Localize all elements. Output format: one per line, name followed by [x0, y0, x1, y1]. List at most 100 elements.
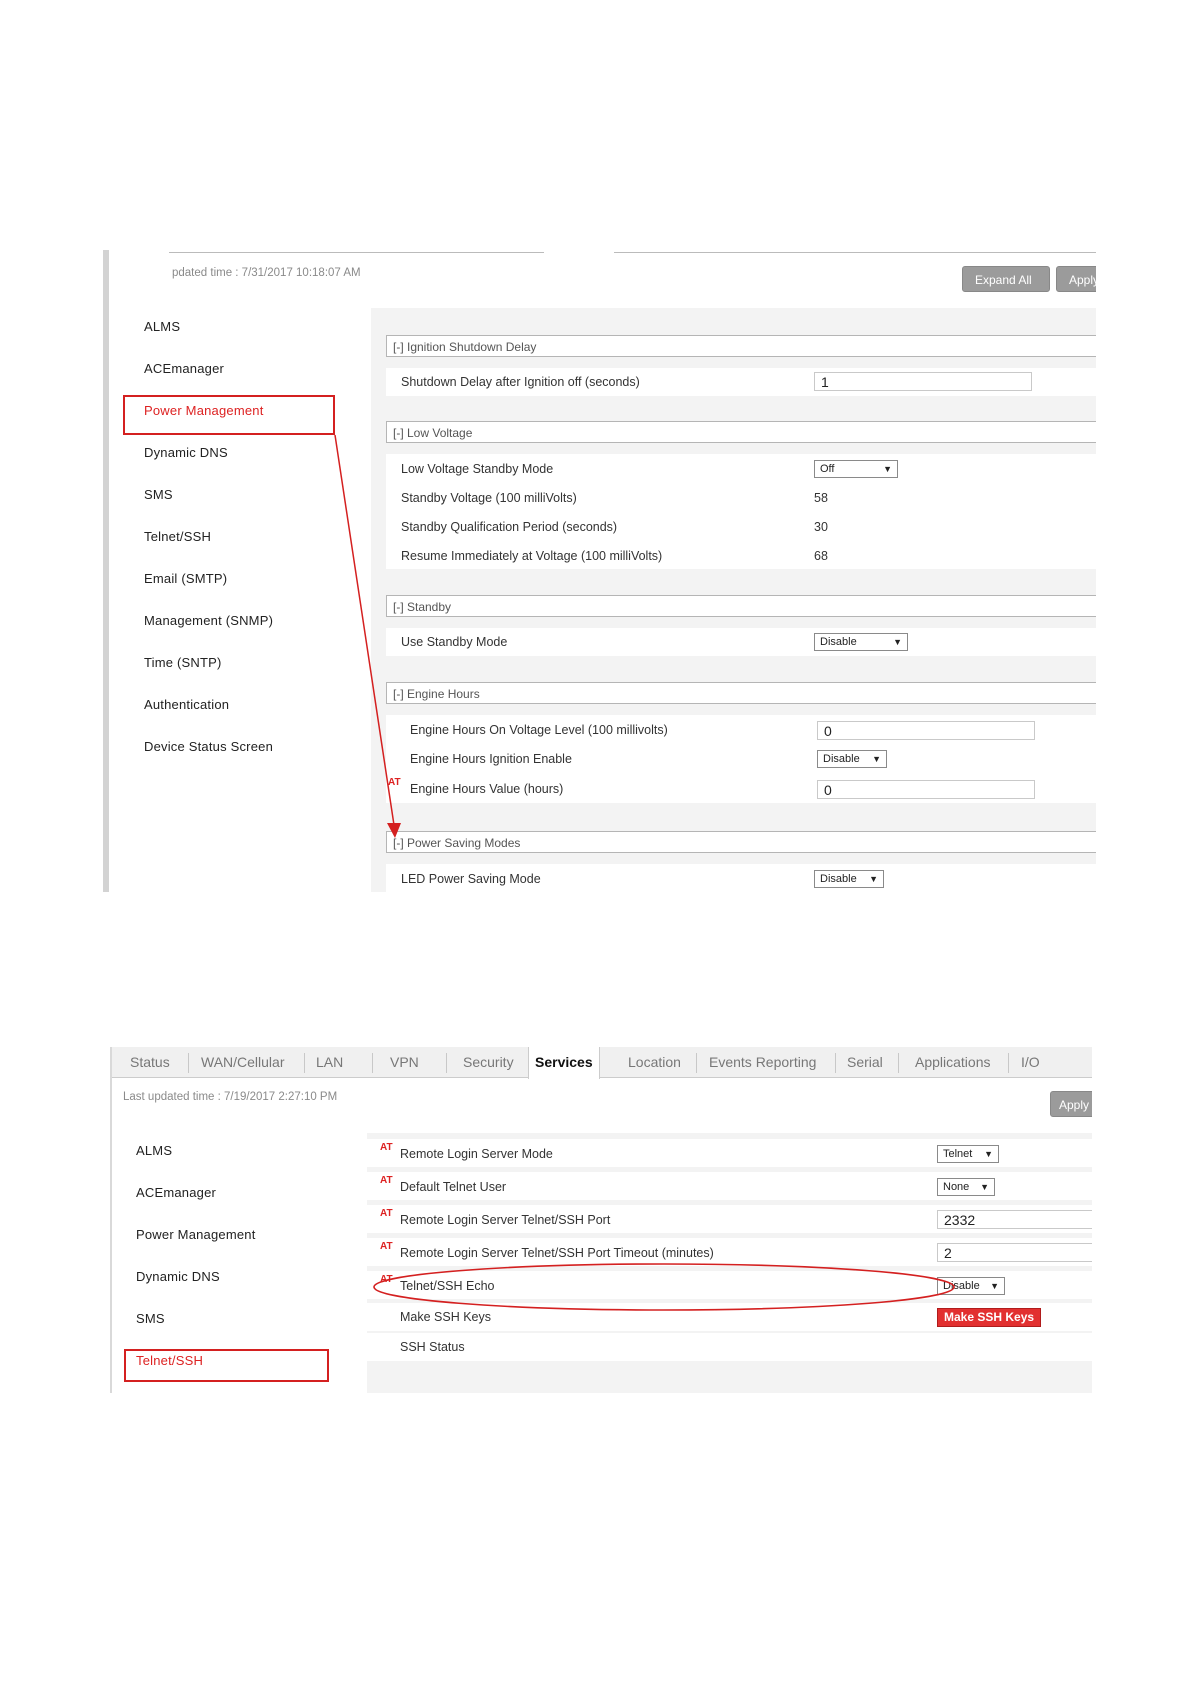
timeout-input[interactable]: 2 [937, 1243, 1092, 1262]
tab-applications[interactable]: Applications [915, 1047, 991, 1077]
tab-separator [304, 1053, 305, 1073]
standby-mode-select[interactable]: Off ▼ [814, 460, 898, 478]
chevron-down-icon: ▼ [990, 1281, 999, 1291]
tab-separator [696, 1053, 697, 1073]
tab-wan-cellular[interactable]: WAN/Cellular [201, 1047, 285, 1077]
ssh-keys-label: Make SSH Keys [400, 1310, 492, 1324]
sidebar-item-alms[interactable]: ALMS [136, 1143, 172, 1158]
row-port-timeout: AT Remote Login Server Telnet/SSH Port T… [367, 1238, 1092, 1266]
standby-mode-value: Off [820, 463, 835, 475]
chevron-down-icon: ▼ [872, 754, 881, 764]
expand-all-button[interactable]: Expand All [962, 266, 1050, 292]
standby-mode-label: Low Voltage Standby Mode [401, 462, 554, 476]
row-telnet-port: AT Remote Login Server Telnet/SSH Port 2… [367, 1205, 1092, 1233]
sidebar-item-email-smtp[interactable]: Email (SMTP) [144, 571, 227, 586]
engine-hours-rows: Engine Hours On Voltage Level (100 milli… [386, 715, 1096, 803]
tab-separator [835, 1053, 836, 1073]
resume-voltage-value: 68 [814, 549, 828, 563]
row-ssh-status: SSH Status [367, 1333, 1092, 1361]
sidebar-item-telnet-ssh[interactable]: Telnet/SSH [144, 529, 211, 544]
led-power-saving-select[interactable]: Disable ▼ [814, 870, 884, 888]
chevron-down-icon: ▼ [893, 637, 902, 647]
section-standby[interactable]: [-] Standby [386, 595, 1096, 617]
section-power-saving-modes[interactable]: [-] Power Saving Modes [386, 831, 1096, 853]
use-standby-value: Disable [820, 636, 857, 648]
qualification-period-value: 30 [814, 520, 828, 534]
engine-ignition-enable-select[interactable]: Disable ▼ [817, 750, 887, 768]
ssh-status-label: SSH Status [400, 1340, 465, 1354]
led-power-saving-value: Disable [820, 873, 857, 885]
tab-status[interactable]: Status [130, 1047, 170, 1077]
chevron-down-icon: ▼ [980, 1182, 989, 1192]
settings-panel: [-] Ignition Shutdown Delay Shutdown Del… [371, 308, 1096, 892]
login-mode-select[interactable]: Telnet ▼ [937, 1145, 999, 1163]
tab-separator [372, 1053, 373, 1073]
telnet-settings-panel: AT Remote Login Server Mode Telnet ▼ AT D… [367, 1133, 1092, 1393]
tab-services[interactable]: Services [528, 1047, 600, 1079]
chevron-down-icon: ▼ [869, 874, 878, 884]
shutdown-delay-label: Shutdown Delay after Ignition off (secon… [401, 375, 640, 389]
engine-voltage-level-input[interactable]: 0 [817, 721, 1035, 740]
at-command-marker: AT [388, 777, 401, 788]
engine-ignition-enable-label: Engine Hours Ignition Enable [410, 752, 572, 766]
sidebar-item-device-status-screen[interactable]: Device Status Screen [144, 739, 273, 754]
row-use-standby: Use Standby Mode Disable ▼ [386, 628, 1096, 656]
tab-serial[interactable]: Serial [847, 1047, 883, 1077]
section-ignition-shutdown-delay[interactable]: [-] Ignition Shutdown Delay [386, 335, 1096, 357]
engine-hours-value-label: Engine Hours Value (hours) [410, 782, 564, 796]
low-voltage-rows: Low Voltage Standby Mode Off ▼ Standby Vo… [386, 454, 1096, 569]
sidebar-item-dynamic-dns[interactable]: Dynamic DNS [144, 445, 228, 460]
port-label: Remote Login Server Telnet/SSH Port [400, 1213, 611, 1227]
section-engine-hours[interactable]: [-] Engine Hours [386, 682, 1096, 704]
updated-time: pdated time : 7/31/2017 10:18:07 AM [172, 267, 361, 279]
shutdown-delay-input[interactable]: 1 [814, 372, 1032, 391]
sidebar-item-management-snmp[interactable]: Management (SNMP) [144, 613, 273, 628]
section-low-voltage[interactable]: [-] Low Voltage [386, 421, 1096, 443]
port-input[interactable]: 2332 [937, 1210, 1092, 1229]
make-ssh-keys-button[interactable]: Make SSH Keys [937, 1308, 1042, 1327]
telnet-user-select[interactable]: None ▼ [937, 1178, 995, 1196]
at-command-marker: AT [380, 1241, 393, 1252]
echo-label: Telnet/SSH Echo [400, 1279, 495, 1293]
sidebar-item-dynamic-dns[interactable]: Dynamic DNS [136, 1269, 220, 1284]
sidebar-item-time-sntp[interactable]: Time (SNTP) [144, 655, 222, 670]
row-telnet-echo: AT Telnet/SSH Echo Disable ▼ [367, 1271, 1092, 1299]
sidebar-item-power-management[interactable]: Power Management [136, 1227, 256, 1242]
sidebar-item-acemanager[interactable]: ACEmanager [144, 361, 224, 376]
row-make-ssh-keys: Make SSH Keys Make SSH Keys [367, 1303, 1092, 1331]
use-standby-label: Use Standby Mode [401, 635, 508, 649]
sidebar-item-sms[interactable]: SMS [144, 487, 173, 502]
top-divider [169, 252, 544, 253]
use-standby-select[interactable]: Disable ▼ [814, 633, 908, 651]
tab-security[interactable]: Security [463, 1047, 514, 1077]
tab-location[interactable]: Location [628, 1047, 681, 1077]
engine-hours-value-input[interactable]: 0 [817, 780, 1035, 799]
row-led-power-saving: LED Power Saving Mode Disable ▼ [386, 864, 1096, 892]
timeout-label: Remote Login Server Telnet/SSH Port Time… [400, 1246, 714, 1260]
sidebar-item-alms[interactable]: ALMS [144, 319, 180, 334]
login-mode-value: Telnet [943, 1148, 973, 1160]
standby-voltage-value: 58 [814, 491, 828, 505]
at-command-marker: AT [380, 1208, 393, 1219]
telnet-ssh-screenshot: Status WAN/Cellular LAN VPN Security Ser… [110, 1047, 1092, 1393]
echo-select[interactable]: Disable ▼ [937, 1277, 1005, 1295]
led-power-saving-label: LED Power Saving Mode [401, 872, 541, 886]
tab-bar: Status WAN/Cellular LAN VPN Security Ser… [112, 1047, 1092, 1079]
row-telnet-user: AT Default Telnet User None ▼ [367, 1172, 1092, 1200]
tab-lan[interactable]: LAN [316, 1047, 343, 1077]
tab-events-reporting[interactable]: Events Reporting [709, 1047, 816, 1077]
qualification-period-label: Standby Qualification Period (seconds) [401, 520, 618, 534]
telnet-ssh-highlight-box [124, 1349, 329, 1382]
apply-button[interactable]: Apply [1050, 1091, 1092, 1117]
echo-value: Disable [943, 1280, 980, 1292]
engine-voltage-level-label: Engine Hours On Voltage Level (100 milli… [410, 723, 668, 737]
sidebar-item-authentication[interactable]: Authentication [144, 697, 229, 712]
at-command-marker: AT [380, 1175, 393, 1186]
tab-vpn[interactable]: VPN [390, 1047, 419, 1077]
chevron-down-icon: ▼ [984, 1149, 993, 1159]
tab-io[interactable]: I/O [1021, 1047, 1040, 1077]
sidebar-item-sms[interactable]: SMS [136, 1311, 165, 1326]
tab-separator [446, 1053, 447, 1073]
sidebar-item-acemanager[interactable]: ACEmanager [136, 1185, 216, 1200]
apply-button[interactable]: Apply [1056, 266, 1096, 292]
